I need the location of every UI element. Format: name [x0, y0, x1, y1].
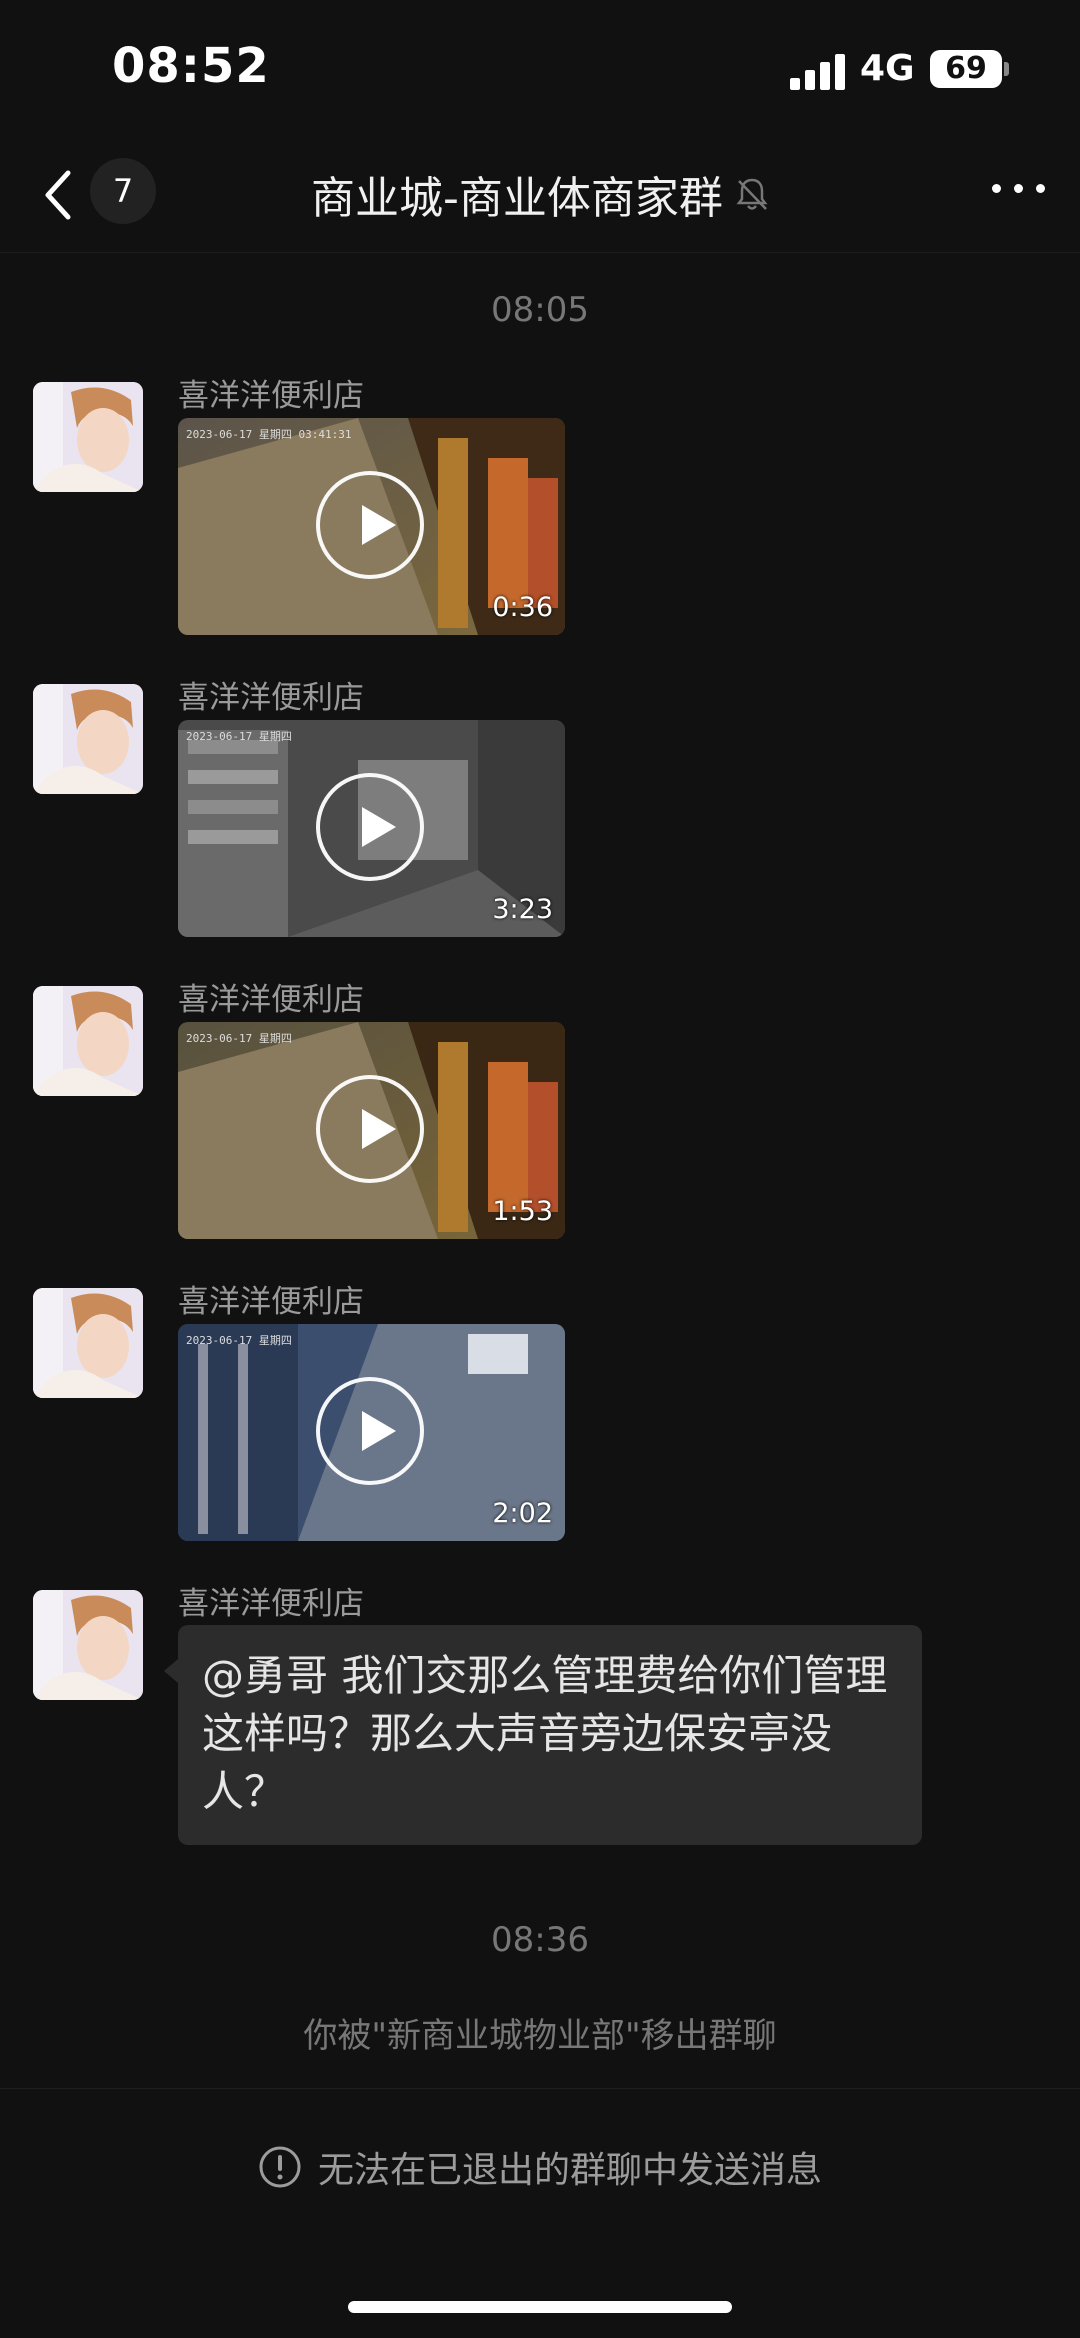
- system-message: 你被"新商业城物业部"移出群聊: [303, 2016, 777, 2056]
- page-title: 商业城-商业体商家群: [0, 162, 1080, 226]
- mute-bell-icon: [736, 178, 768, 210]
- play-icon[interactable]: [316, 1075, 424, 1183]
- battery-tip: [1004, 62, 1009, 76]
- play-icon[interactable]: [316, 1377, 424, 1485]
- avatar[interactable]: [33, 986, 143, 1096]
- timestamp: 08:36: [491, 1920, 589, 1960]
- sender-name: 喜洋洋便利店: [178, 1284, 364, 1320]
- video-message[interactable]: 2023-06-17 星期四 3:23: [178, 720, 565, 937]
- play-icon[interactable]: [316, 471, 424, 579]
- video-message[interactable]: 2023-06-17 星期四 1:53: [178, 1022, 565, 1239]
- avatar[interactable]: [33, 1590, 143, 1700]
- sender-name: 喜洋洋便利店: [178, 680, 364, 716]
- video-message[interactable]: 2023-06-17 星期四 2:02: [178, 1324, 565, 1541]
- signal-icon: [790, 52, 846, 90]
- status-time: 08:52: [112, 38, 270, 94]
- footer-notice: 无法在已退出的群聊中发送消息: [0, 2141, 1080, 2193]
- sender-name: 喜洋洋便利店: [178, 1586, 364, 1622]
- home-indicator[interactable]: [348, 2301, 732, 2313]
- text-message-bubble[interactable]: @勇哥 我们交那么管理费给你们管理这样吗？那么大声音旁边保安亭没人？: [164, 1625, 922, 1845]
- network-type: 4G: [860, 48, 915, 89]
- footer-bar: 无法在已退出的群聊中发送消息: [0, 2088, 1080, 2338]
- avatar[interactable]: [33, 684, 143, 794]
- video-duration: 2:02: [492, 1498, 553, 1529]
- sender-name: 喜洋洋便利店: [178, 378, 364, 414]
- more-icon[interactable]: [992, 178, 1046, 198]
- footer-notice-text: 无法在已退出的群聊中发送消息: [317, 2150, 822, 2191]
- video-message[interactable]: 2023-06-17 星期四 03:41:31 0:36: [178, 418, 565, 635]
- status-bar: 08:52 4G 69: [0, 0, 1080, 140]
- battery-icon: 69: [930, 50, 1002, 88]
- video-duration: 3:23: [492, 894, 553, 925]
- video-duration: 0:36: [492, 592, 553, 623]
- avatar[interactable]: [33, 382, 143, 492]
- video-duration: 1:53: [492, 1196, 553, 1227]
- chat-header: 7 商业城-商业体商家群: [0, 140, 1080, 253]
- timestamp: 08:05: [491, 290, 589, 330]
- group-name: 商业城-商业体商家群: [311, 173, 723, 224]
- avatar[interactable]: [33, 1288, 143, 1398]
- warning-icon: [259, 2146, 301, 2188]
- sender-name: 喜洋洋便利店: [178, 982, 364, 1018]
- play-icon[interactable]: [316, 773, 424, 881]
